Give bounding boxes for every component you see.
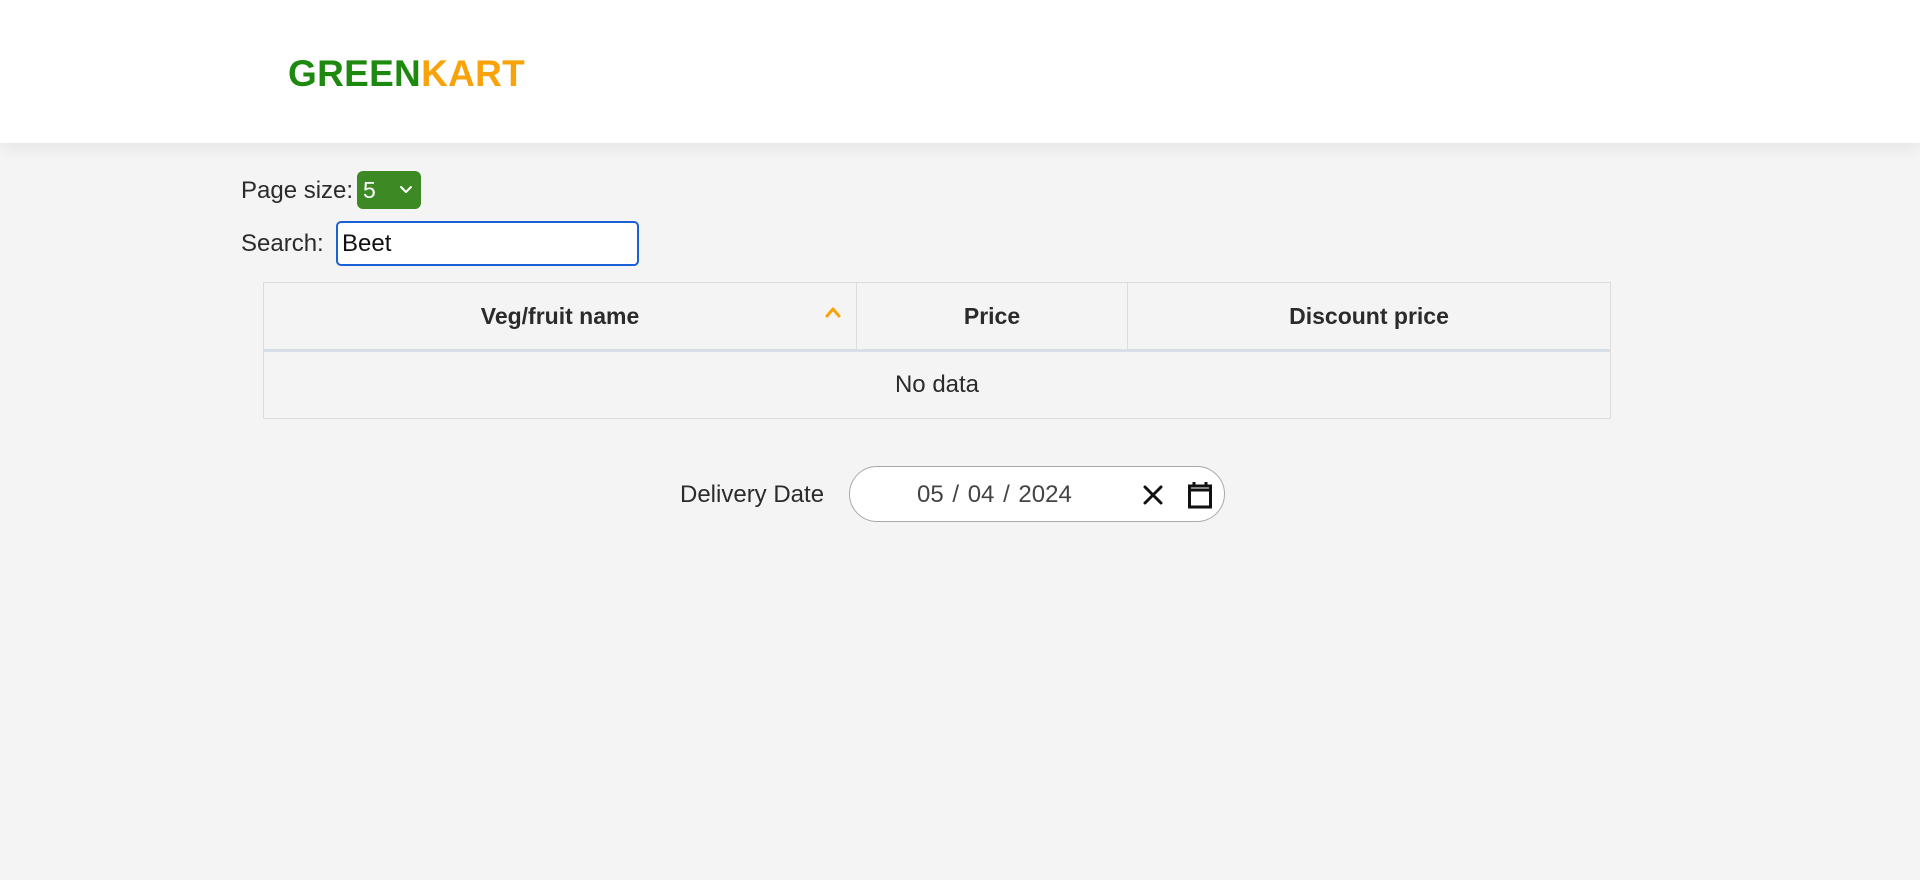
column-header-discount-price[interactable]: Discount price (1128, 283, 1610, 349)
column-header-name-label: Veg/fruit name (480, 302, 640, 329)
calendar-icon[interactable] (1187, 481, 1213, 509)
delivery-date-input[interactable]: 05 / 04 / 2024 (849, 466, 1225, 522)
column-header-name[interactable]: Veg/fruit name (264, 283, 857, 349)
column-header-discount-price-label: Discount price (1289, 302, 1449, 329)
brand-logo[interactable]: GREENKART (288, 50, 525, 98)
products-table: Veg/fruit name Price Discount price No d… (263, 282, 1611, 419)
search-label: Search: (241, 230, 324, 257)
chevron-up-icon[interactable] (824, 305, 842, 319)
page-size-label: Page size: (241, 177, 354, 204)
brand-logo-kart: KART (421, 53, 526, 94)
table-header-row: Veg/fruit name Price Discount price (264, 283, 1610, 352)
delivery-date-value[interactable]: 05 / 04 / 2024 (917, 481, 1072, 509)
delivery-date-label: Delivery Date (680, 481, 825, 508)
close-icon[interactable] (1142, 484, 1164, 506)
page-size-select[interactable]: 5 (357, 171, 421, 209)
page-size-value: 5 (363, 177, 376, 203)
brand-logo-green: GREEN (288, 53, 422, 94)
site-header: GREENKART (0, 0, 1920, 143)
column-header-price[interactable]: Price (857, 283, 1128, 349)
chevron-down-icon (400, 186, 412, 193)
column-header-price-label: Price (963, 302, 1021, 329)
table-empty-message: No data (894, 371, 980, 398)
search-input[interactable] (336, 221, 639, 266)
